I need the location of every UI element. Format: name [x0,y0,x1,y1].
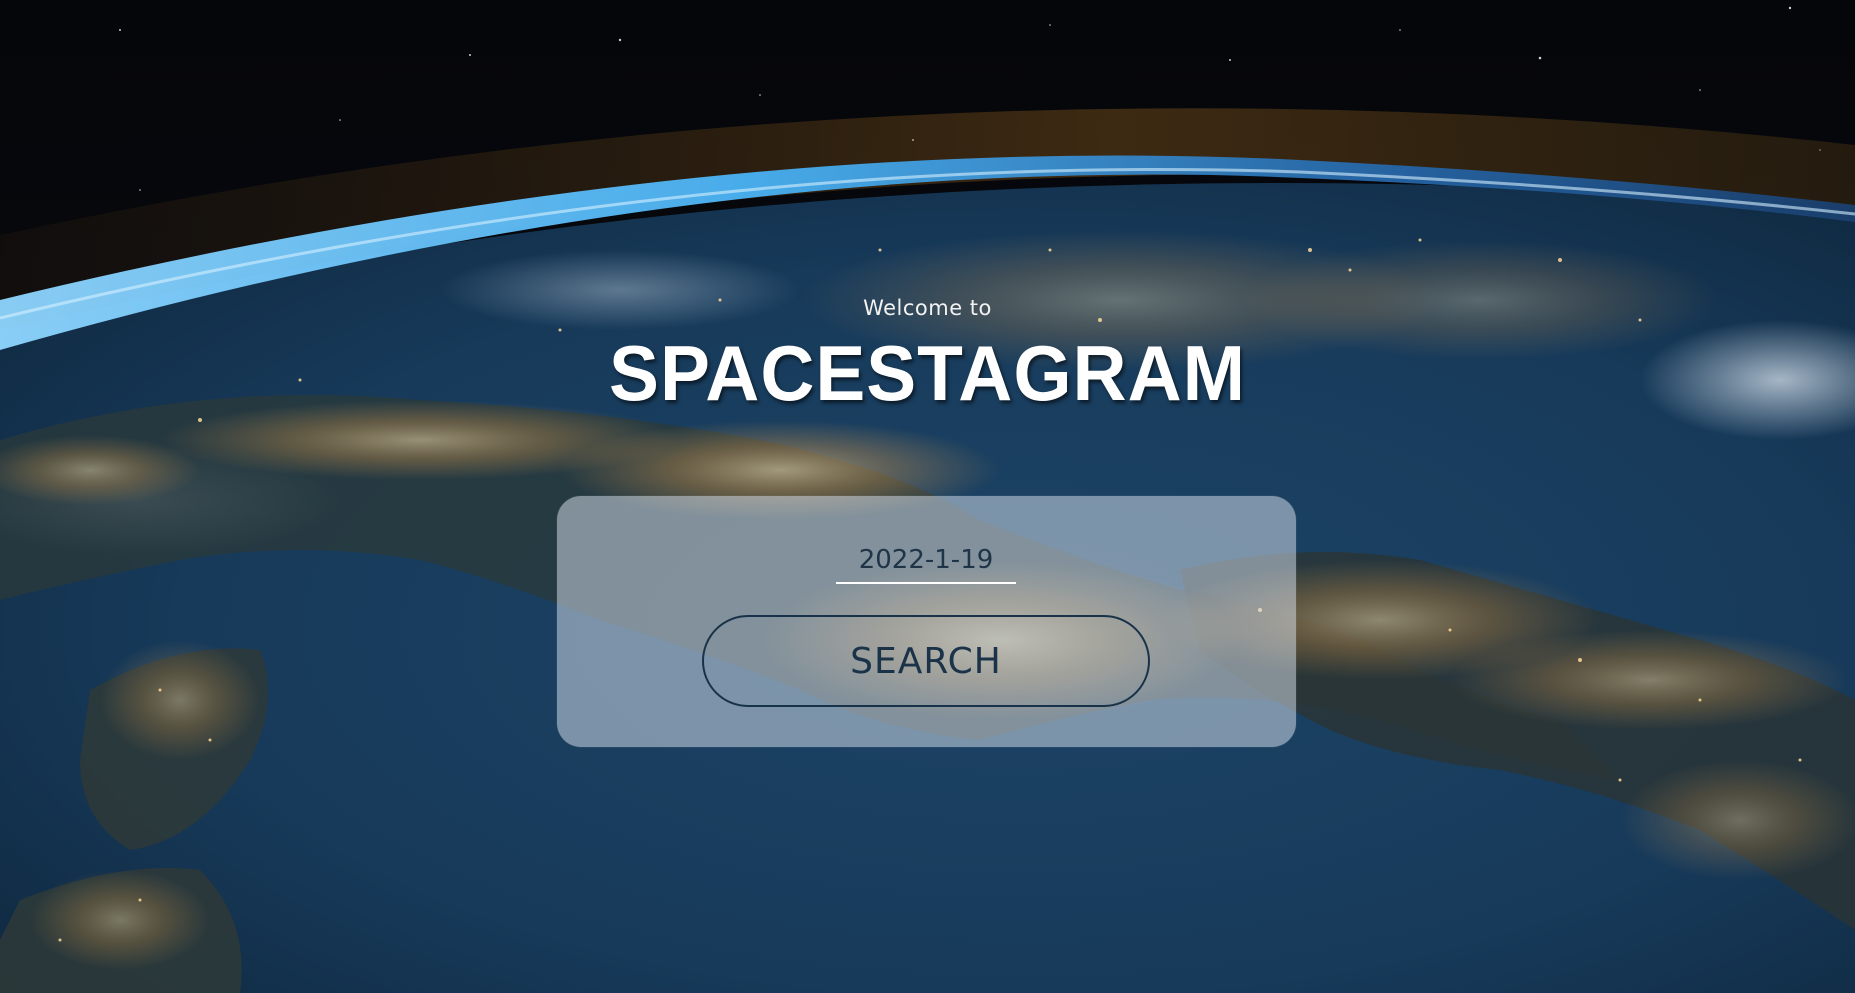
search-card: SEARCH [557,496,1296,747]
welcome-text: Welcome to [863,296,992,320]
app-title: SPACESTAGRAM [609,329,1246,417]
page: Welcome to SPACESTAGRAM SEARCH [0,0,1855,993]
search-button[interactable]: SEARCH [702,615,1150,707]
hero: Welcome to SPACESTAGRAM SEARCH [0,0,1855,993]
date-input[interactable] [836,538,1016,584]
